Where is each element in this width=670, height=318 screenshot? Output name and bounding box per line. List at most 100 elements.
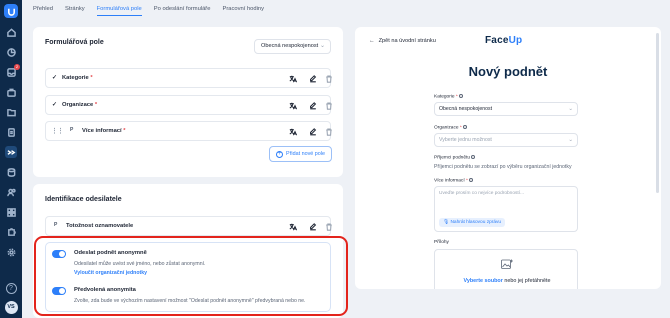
check-icon: ✓ (52, 75, 58, 81)
translate-icon[interactable] (288, 101, 297, 110)
tab-formularova-pole[interactable]: Formulářová pole (96, 6, 142, 16)
paragraph-icon: P (70, 127, 74, 133)
field-label: Organizace * (434, 125, 467, 130)
attachments-dropzone[interactable]: Vyberte soubor nebo jej přetáhněte (434, 249, 578, 289)
upload-text: Vyberte soubor nebo jej přetáhněte (435, 278, 579, 284)
chevron-down-icon: ⌄ (568, 137, 573, 143)
edit-icon[interactable] (308, 74, 317, 83)
field-label: Více informací * (434, 178, 473, 183)
tab-stranky[interactable]: Stránky (65, 6, 85, 16)
trash-icon[interactable] (324, 222, 333, 231)
field-label: Přílohy (434, 240, 449, 245)
sidebar: 2 ? VS (0, 0, 22, 318)
field-label-text: Kategorie (62, 75, 89, 81)
field-label: Totožnost oznamovatele (66, 223, 134, 229)
select-placeholder: Vyberte jednu možnost (439, 137, 492, 143)
voice-message-button[interactable]: 🎙 Nahrát hlasovou zprávu (439, 218, 506, 227)
required-mark: * (459, 125, 462, 131)
trash-icon[interactable] (324, 101, 333, 110)
add-field-button[interactable]: + Přidat nové pole (269, 146, 332, 162)
category-select-value: Obecná nespokojenost (261, 43, 319, 49)
drag-handle-icon[interactable]: ⋮⋮ (51, 127, 64, 135)
notification-badge: 2 (14, 64, 20, 70)
textarea-placeholder: Uveďte prosím co nejvíce podrobností... (439, 191, 525, 196)
translate-icon[interactable] (288, 74, 297, 83)
translate-icon[interactable] (288, 127, 297, 136)
required-mark: * (94, 102, 98, 108)
field-label-text: Více informací (82, 128, 122, 134)
card-title: Formulářová pole (45, 39, 104, 46)
chevron-down-icon: ⌄ (319, 43, 325, 49)
people-icon[interactable] (5, 186, 17, 198)
home-icon[interactable] (5, 26, 17, 38)
choose-file-link[interactable]: Vyberte soubor (463, 278, 502, 284)
arrow-left-icon: ← (369, 38, 375, 44)
required-mark: * (466, 178, 468, 184)
field-label: Kategorie * (434, 94, 463, 99)
form-preview: ← Zpět na úvodní stránku FaceUp Nový pod… (355, 27, 661, 289)
brand-part: Face (485, 35, 509, 46)
highlight-outline (34, 236, 348, 316)
trash-icon[interactable] (324, 74, 333, 83)
info-icon (471, 155, 475, 159)
settings-icon[interactable] (5, 246, 17, 258)
image-upload-icon (501, 259, 513, 269)
more-info-textarea[interactable]: Uveďte prosím co nejvíce podrobností... … (434, 186, 578, 232)
chart-icon[interactable] (5, 46, 17, 58)
label-text: Organizace (434, 125, 459, 131)
field-row-kategorie[interactable]: ✓ Kategorie * (45, 68, 333, 88)
flow-icon[interactable] (5, 146, 17, 158)
card-title: Identifikace odesilatele (45, 196, 122, 203)
field-label-text: Organizace (62, 102, 94, 108)
edit-icon[interactable] (308, 127, 317, 136)
doc-icon[interactable] (5, 126, 17, 138)
field-row-vice-informaci[interactable]: ⋮⋮ P Více informací * (45, 121, 333, 141)
kategorie-select[interactable]: Obecná nespokojenost ⌄ (434, 102, 578, 116)
check-icon: ✓ (52, 102, 58, 108)
category-select[interactable]: Obecná nespokojenost ⌄ (254, 39, 331, 54)
field-label: Více informací * (82, 128, 126, 134)
label-text: Více informací (434, 178, 465, 184)
info-icon (458, 94, 463, 98)
label-text: Příjemci podnětu (434, 155, 470, 161)
faceup-logo[interactable] (4, 4, 18, 18)
required-mark: * (123, 128, 126, 134)
grid-icon[interactable] (5, 206, 17, 218)
voice-label: Nahrát hlasovou zprávu (450, 220, 502, 225)
trash-icon[interactable] (324, 127, 333, 136)
required-mark: * (90, 75, 93, 81)
info-icon (462, 125, 467, 129)
tab-pracovni-hodiny[interactable]: Pracovní hodiny (222, 6, 264, 16)
translate-icon[interactable] (288, 222, 297, 231)
tab-prehled[interactable]: Přehled (33, 6, 53, 16)
edit-icon[interactable] (308, 101, 317, 110)
paragraph-icon: P (54, 222, 58, 228)
upload-rest: nebo jej přetáhněte (504, 278, 551, 284)
logo-u-icon (7, 8, 15, 16)
recipients-hint: Příjemci podnětu se zobrazí po výběru or… (434, 164, 572, 170)
brand-part: Up (508, 35, 523, 46)
scrollbar[interactable] (656, 33, 659, 193)
organizace-select[interactable]: Vyberte jednu možnost ⌄ (434, 133, 578, 147)
back-link[interactable]: ← Zpět na úvodní stránku (369, 38, 436, 44)
briefcase-icon[interactable] (5, 86, 17, 98)
brand-logo: FaceUp (485, 35, 522, 46)
edit-icon[interactable] (308, 222, 317, 231)
field-label: Kategorie * (62, 75, 93, 81)
avatar[interactable]: VS (4, 301, 18, 314)
add-field-label: Přidat nové pole (286, 151, 325, 157)
tab-bar: Přehled Stránky Formulářová pole Po odes… (33, 6, 264, 16)
field-row-organizace[interactable]: ✓ Organizace * (45, 95, 333, 115)
label-text: Kategorie (434, 94, 455, 100)
plus-icon: + (276, 150, 284, 158)
back-label: Zpět na úvodní stránku (378, 38, 436, 44)
field-label: Organizace * (62, 102, 97, 108)
folder-icon[interactable] (5, 106, 17, 118)
sidebar-bottom: ? VS (0, 283, 22, 314)
tab-po-odeslani[interactable]: Po odeslání formuláře (154, 6, 211, 16)
inbox-icon[interactable]: 2 (5, 64, 20, 78)
field-row-totoznost[interactable]: P Totožnost oznamovatele (45, 216, 333, 236)
puzzle-icon[interactable] (5, 226, 17, 238)
database-icon[interactable] (5, 166, 17, 178)
help-icon[interactable]: ? (5, 283, 17, 294)
